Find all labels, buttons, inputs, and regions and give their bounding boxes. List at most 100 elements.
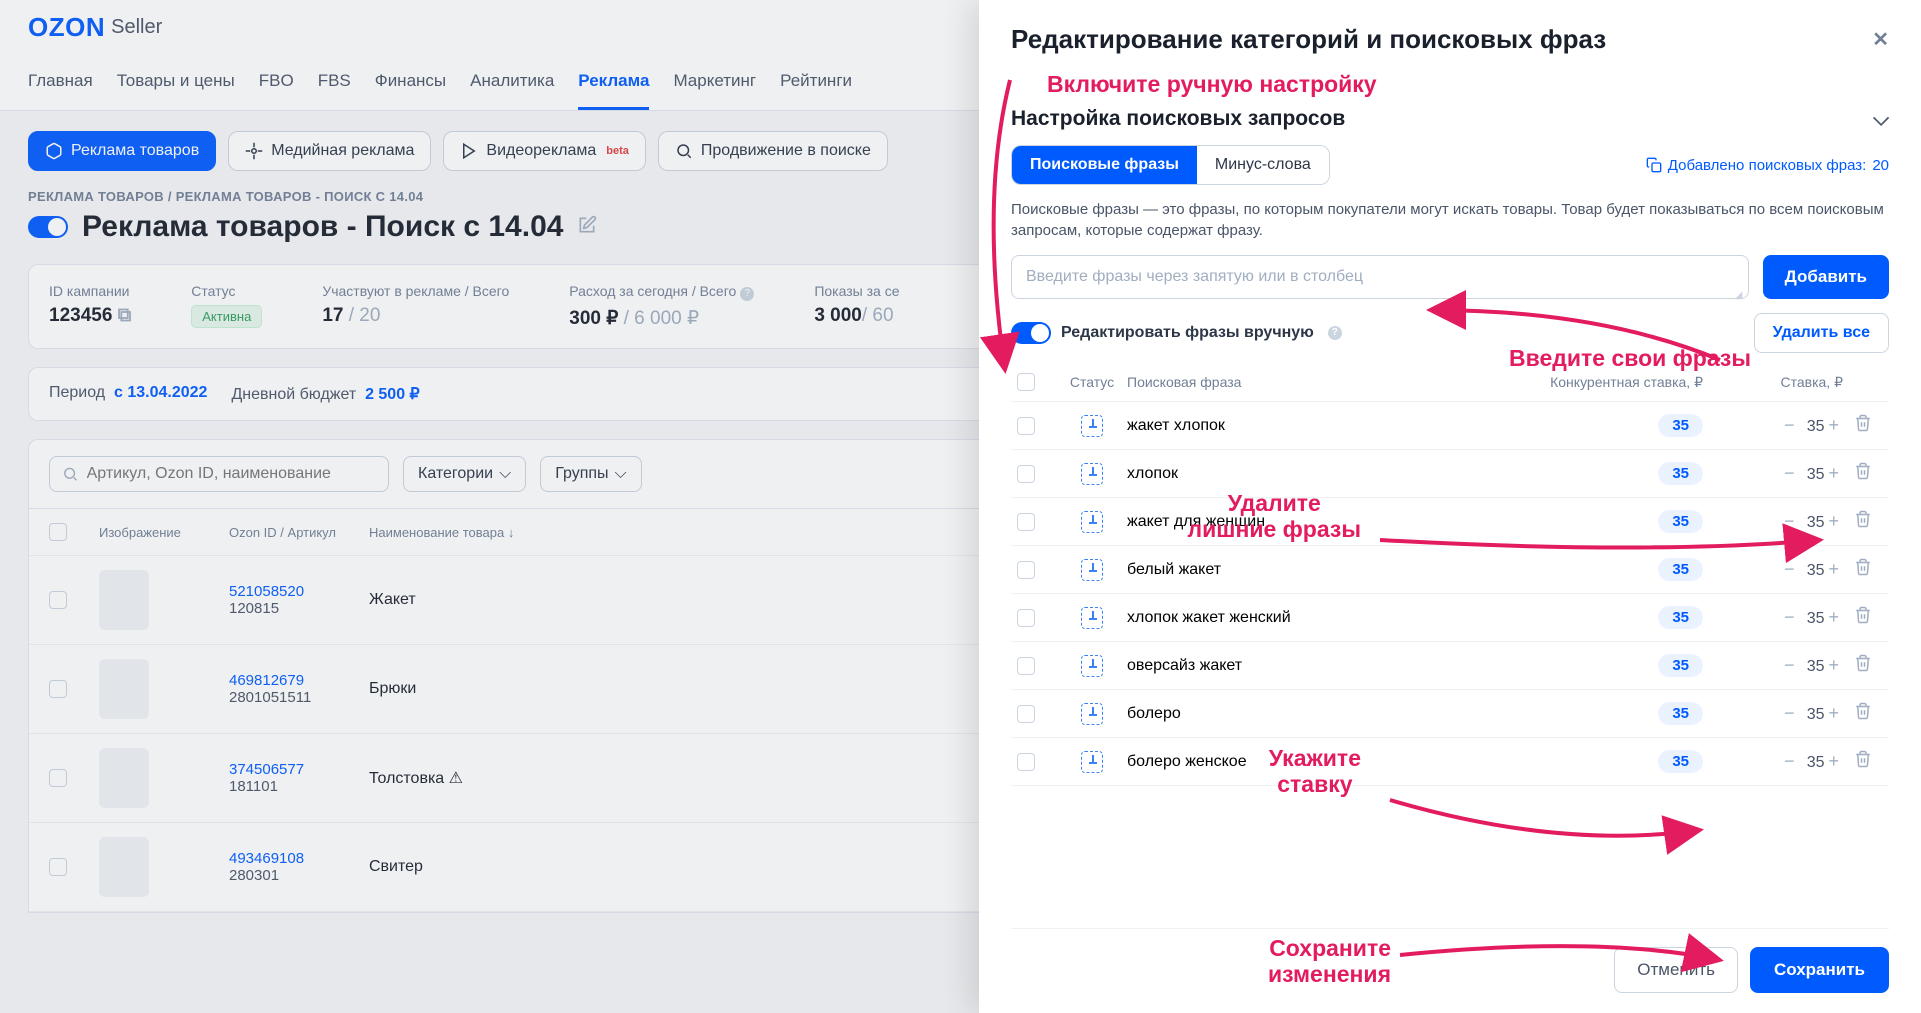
help-icon[interactable]: ? — [1328, 326, 1342, 340]
bid-minus[interactable]: − — [1780, 751, 1799, 771]
delete-phrase-icon[interactable] — [1843, 462, 1883, 485]
bid-minus[interactable]: − — [1780, 607, 1799, 627]
delete-phrase-icon[interactable] — [1843, 606, 1883, 629]
close-icon[interactable]: ✕ — [1872, 27, 1889, 52]
bid-stepper[interactable]: −35+ — [1703, 511, 1843, 532]
bid-stepper[interactable]: −35+ — [1703, 703, 1843, 724]
phrase-checkbox-all[interactable] — [1017, 373, 1035, 391]
nav-item-8[interactable]: Рейтинги — [780, 55, 852, 110]
status-icon[interactable] — [1081, 463, 1103, 485]
cancel-button[interactable]: Отменить — [1614, 947, 1738, 993]
competitive-bid[interactable]: 35 — [1658, 558, 1703, 581]
competitive-bid[interactable]: 35 — [1658, 702, 1703, 725]
bid-plus[interactable]: + — [1824, 607, 1843, 627]
help-icon[interactable]: ? — [740, 287, 754, 301]
bid-minus[interactable]: − — [1780, 511, 1799, 531]
competitive-bid[interactable]: 35 — [1658, 462, 1703, 485]
bid-minus[interactable]: − — [1780, 463, 1799, 483]
delete-phrase-icon[interactable] — [1843, 702, 1883, 725]
delete-all-button[interactable]: Удалить все — [1754, 313, 1889, 353]
delete-phrase-icon[interactable] — [1843, 750, 1883, 773]
bid-plus[interactable]: + — [1824, 463, 1843, 483]
nav-item-6[interactable]: Реклама — [578, 55, 649, 110]
bid-stepper[interactable]: −35+ — [1703, 559, 1843, 580]
delete-phrase-icon[interactable] — [1843, 558, 1883, 581]
budget-link[interactable]: 2 500 ₽ — [365, 386, 420, 403]
phrase-checkbox[interactable] — [1017, 657, 1035, 675]
delete-phrase-icon[interactable] — [1843, 510, 1883, 533]
nav-item-5[interactable]: Аналитика — [470, 55, 554, 110]
row-checkbox[interactable] — [49, 858, 67, 876]
bid-plus[interactable]: + — [1824, 703, 1843, 723]
bid-stepper[interactable]: −35+ — [1703, 751, 1843, 772]
nav-item-0[interactable]: Главная — [28, 55, 93, 110]
status-icon[interactable] — [1081, 415, 1103, 437]
row-checkbox[interactable] — [49, 769, 67, 787]
phrase-checkbox[interactable] — [1017, 465, 1035, 483]
subnav-video[interactable]: Видеорекламаbeta — [443, 131, 645, 171]
status-icon[interactable] — [1081, 655, 1103, 677]
save-button[interactable]: Сохранить — [1750, 947, 1889, 993]
bid-minus[interactable]: − — [1780, 703, 1799, 723]
chevron-down-icon[interactable]: ⌵ — [1873, 107, 1889, 131]
bid-stepper[interactable]: −35+ — [1703, 463, 1843, 484]
bid-plus[interactable]: + — [1824, 655, 1843, 675]
phrase-checkbox[interactable] — [1017, 561, 1035, 579]
nav-item-3[interactable]: FBS — [318, 55, 351, 110]
checkbox-all[interactable] — [49, 523, 67, 541]
tab-phrases[interactable]: Поисковые фразы — [1012, 146, 1197, 184]
bid-minus[interactable]: − — [1780, 655, 1799, 675]
status-icon[interactable] — [1081, 607, 1103, 629]
ozon-id[interactable]: 374506577 — [229, 761, 369, 778]
ozon-id[interactable]: 521058520 — [229, 583, 369, 600]
nav-item-7[interactable]: Маркетинг — [673, 55, 756, 110]
subnav-search-promo[interactable]: Продвижение в поиске — [658, 131, 888, 171]
nav-item-1[interactable]: Товары и цены — [117, 55, 235, 110]
subnav-media[interactable]: Медийная реклама — [228, 131, 431, 171]
search-input-wrap[interactable] — [49, 456, 389, 492]
status-icon[interactable] — [1081, 559, 1103, 581]
bid-stepper[interactable]: −35+ — [1703, 415, 1843, 436]
status-icon[interactable] — [1081, 511, 1103, 533]
edit-title-icon[interactable] — [577, 215, 597, 240]
row-checkbox[interactable] — [49, 591, 67, 609]
groups-dropdown[interactable]: Группы ⌵ — [540, 456, 641, 492]
phrase-checkbox[interactable] — [1017, 705, 1035, 723]
bid-stepper[interactable]: −35+ — [1703, 607, 1843, 628]
bid-minus[interactable]: − — [1780, 415, 1799, 435]
period-link[interactable]: с 13.04.2022 — [114, 384, 207, 401]
bid-plus[interactable]: + — [1824, 559, 1843, 579]
status-icon[interactable] — [1081, 703, 1103, 725]
status-icon[interactable] — [1081, 751, 1103, 773]
bid-stepper[interactable]: −35+ — [1703, 655, 1843, 676]
competitive-bid[interactable]: 35 — [1658, 750, 1703, 773]
phrase-checkbox[interactable] — [1017, 417, 1035, 435]
bid-plus[interactable]: + — [1824, 511, 1843, 531]
competitive-bid[interactable]: 35 — [1658, 414, 1703, 437]
tab-minus-words[interactable]: Минус-слова — [1197, 146, 1329, 184]
nav-item-4[interactable]: Финансы — [375, 55, 446, 110]
categories-dropdown[interactable]: Категории ⌵ — [403, 456, 526, 492]
competitive-bid[interactable]: 35 — [1658, 606, 1703, 629]
row-checkbox[interactable] — [49, 680, 67, 698]
subnav-ads-products[interactable]: Реклама товаров — [28, 131, 216, 171]
bid-plus[interactable]: + — [1824, 751, 1843, 771]
phrase-checkbox[interactable] — [1017, 513, 1035, 531]
delete-phrase-icon[interactable] — [1843, 654, 1883, 677]
bid-minus[interactable]: − — [1780, 559, 1799, 579]
ozon-id[interactable]: 469812679 — [229, 672, 369, 689]
add-button[interactable]: Добавить — [1763, 255, 1889, 299]
delete-phrase-icon[interactable] — [1843, 414, 1883, 437]
competitive-bid[interactable]: 35 — [1658, 654, 1703, 677]
search-input[interactable] — [87, 465, 376, 483]
ozon-id[interactable]: 493469108 — [229, 850, 369, 867]
phrase-input[interactable] — [1011, 255, 1749, 299]
manual-edit-toggle[interactable] — [1011, 322, 1051, 344]
copy-icon[interactable]: ⧉ — [118, 305, 132, 326]
bid-plus[interactable]: + — [1824, 415, 1843, 435]
phrase-checkbox[interactable] — [1017, 753, 1035, 771]
phrase-checkbox[interactable] — [1017, 609, 1035, 627]
competitive-bid[interactable]: 35 — [1658, 510, 1703, 533]
campaign-toggle[interactable] — [28, 216, 68, 238]
nav-item-2[interactable]: FBO — [259, 55, 294, 110]
